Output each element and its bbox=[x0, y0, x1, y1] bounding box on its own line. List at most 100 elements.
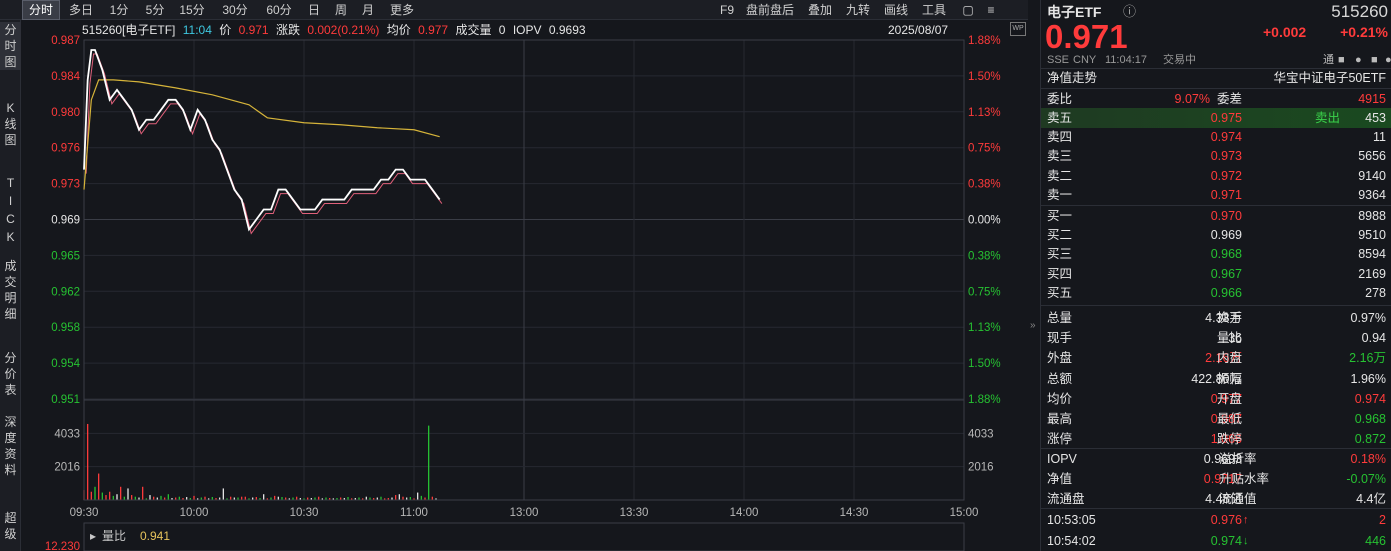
side-tab-4[interactable]: 分价表 bbox=[0, 350, 21, 398]
stats-row: 总量 4.33万 换手 0.97% bbox=[1041, 308, 1391, 328]
side-tab-2[interactable]: TICK bbox=[0, 174, 21, 246]
bid-row[interactable]: 买四 0.967 2169 bbox=[1041, 264, 1391, 284]
toolbar-extra-icon[interactable]: ≡ bbox=[984, 0, 998, 20]
stat-label: 量比 bbox=[1217, 331, 1243, 346]
ask-label: 卖五 bbox=[1047, 111, 1073, 125]
tick-time: 10:53:05 bbox=[1047, 513, 1096, 527]
ask-row[interactable]: 卖二 0.972 9140 bbox=[1041, 166, 1391, 186]
bid-row[interactable]: 买三 0.968 8594 bbox=[1041, 244, 1391, 264]
ask-volume: 11 bbox=[1373, 130, 1386, 145]
y-tick-right: 0.75% bbox=[968, 143, 1001, 155]
ask-row[interactable]: 卖四 0.974 11 bbox=[1041, 127, 1391, 147]
toolbar-tab-0[interactable]: 分时 bbox=[22, 0, 60, 20]
bid-row[interactable]: 买二 0.969 9510 bbox=[1041, 225, 1391, 245]
toolbar-action-3[interactable]: 九转 bbox=[846, 0, 870, 20]
ask-row[interactable]: 卖五 0.975 卖出 453 bbox=[1041, 108, 1391, 128]
ask-volume: 9364 bbox=[1358, 187, 1386, 202]
toolbar-tab-6[interactable]: 60分 bbox=[259, 0, 299, 20]
ask-price: 0.972 bbox=[1210, 168, 1242, 183]
ask-label: 卖一 bbox=[1047, 187, 1073, 202]
quote-meta: 交易中 bbox=[1163, 54, 1196, 66]
sub-panel-tick: 12.230 bbox=[45, 541, 80, 551]
toolbar-action-4[interactable]: 画线 bbox=[884, 0, 908, 20]
toolbar-action-2[interactable]: 叠加 bbox=[808, 0, 832, 20]
stat-value: 4.4亿 bbox=[1356, 492, 1386, 506]
ask-row[interactable]: 卖一 0.971 9364 bbox=[1041, 185, 1391, 205]
sub-panel-frame bbox=[83, 522, 965, 551]
price-change: +0.002 bbox=[1263, 24, 1307, 40]
side-tab-3[interactable]: 成交明细 bbox=[0, 258, 21, 322]
stat-value: 0.18% bbox=[1350, 452, 1386, 466]
stat-label: 开盘 bbox=[1217, 391, 1243, 406]
toolbar-tab-3[interactable]: 5分 bbox=[140, 0, 170, 20]
side-tab-char: 价 bbox=[4, 367, 17, 381]
y-tick-left: 0.987 bbox=[51, 35, 80, 47]
sub-panel-label[interactable]: 量比 bbox=[102, 529, 126, 543]
side-tab-0[interactable]: 分时图 bbox=[0, 22, 21, 70]
bid-label: 买二 bbox=[1047, 228, 1073, 243]
quote-tool-icon[interactable]: 通 bbox=[1323, 52, 1334, 68]
tick-volume: 2 bbox=[1379, 513, 1386, 527]
avg-price-line bbox=[83, 79, 440, 190]
side-tab-char: T bbox=[6, 176, 15, 190]
ask-row[interactable]: 卖三 0.973 5656 bbox=[1041, 146, 1391, 166]
y-tick-left: 0.980 bbox=[51, 107, 80, 119]
toolbar-tab-2[interactable]: 1分 bbox=[104, 0, 134, 20]
stat-value: -0.07% bbox=[1346, 472, 1386, 486]
order-diff-label: 委差 bbox=[1217, 92, 1243, 106]
intraday-chart[interactable]: 515260[电子ETF] 11:04 价 0.971 涨跌 0.002(0.2… bbox=[22, 20, 1028, 551]
order-ratio-label: 委比 bbox=[1047, 92, 1073, 106]
quote-tool-icon[interactable]: ■ bbox=[1338, 52, 1345, 68]
separator bbox=[1041, 305, 1391, 306]
toolbar-tab-9[interactable]: 月 bbox=[357, 0, 379, 20]
stat-label: 最低 bbox=[1217, 412, 1243, 426]
stat-label: 流通值 bbox=[1219, 492, 1257, 506]
y-tick-right: 1.13% bbox=[968, 107, 1001, 119]
bid-volume: 8594 bbox=[1358, 247, 1386, 262]
side-tab-char: I bbox=[8, 194, 13, 208]
toolbar-tab-4[interactable]: 15分 bbox=[173, 0, 211, 20]
toolbar-tab-7[interactable]: 日 bbox=[303, 0, 325, 20]
quote-meta: SSE bbox=[1047, 54, 1070, 66]
y-tick-right: 1.88% bbox=[968, 394, 1001, 406]
toolbar-tab-8[interactable]: 周 bbox=[330, 0, 352, 20]
collapse-panel-icon[interactable]: » bbox=[1030, 320, 1040, 331]
toolbar-action-1[interactable]: 盘前盘后 bbox=[746, 0, 794, 20]
order-diff-value: 4915 bbox=[1358, 92, 1386, 106]
bid-row[interactable]: 买五 0.966 278 bbox=[1041, 283, 1391, 303]
stats-row: 总额 422.80万 振幅 1.96% bbox=[1041, 369, 1391, 389]
toolbar-tab-10[interactable]: 更多 bbox=[384, 0, 420, 20]
side-tab-6[interactable]: 超级 bbox=[0, 510, 21, 542]
stats-row: 净值 0.9717 升贴水率 -0.07% bbox=[1041, 469, 1391, 489]
quote-tool-icon[interactable]: ● bbox=[1385, 52, 1391, 68]
stat-label: 升贴水率 bbox=[1219, 472, 1270, 486]
side-tab-5[interactable]: 深度资料 bbox=[0, 414, 21, 478]
order-ratio-row: 委比 9.07% 委差 4915 bbox=[1041, 89, 1391, 109]
bid-price: 0.969 bbox=[1210, 228, 1242, 243]
side-tab-char: 成 bbox=[4, 259, 17, 273]
quote-tool-icon[interactable]: ■ bbox=[1371, 52, 1378, 68]
toolbar-action-0[interactable]: F9 bbox=[720, 0, 734, 20]
y-tick-right: 1.50% bbox=[968, 71, 1001, 83]
quote-tool-icon[interactable]: ● bbox=[1355, 52, 1362, 68]
x-tick: 13:30 bbox=[620, 507, 649, 519]
chart-canvas: 0.987 1.88% 0.984 1.50% 0.980 1.13% 0.976 0.75%… bbox=[45, 35, 1001, 551]
side-tabs: 分时图 K线图 TICK 成交明细分价表深度资料超级 bbox=[0, 20, 21, 551]
sub-panel-arrow-icon[interactable]: ▸ bbox=[90, 529, 96, 543]
arrow-down-icon: ↓ bbox=[1243, 535, 1249, 547]
arrow-up-icon: ↑ bbox=[1243, 514, 1249, 526]
ask-label: 卖四 bbox=[1047, 130, 1073, 145]
sub-panel-value: 0.941 bbox=[140, 529, 170, 543]
ask-volume: 453 bbox=[1365, 111, 1386, 125]
toolbar-tab-5[interactable]: 30分 bbox=[215, 0, 255, 20]
volume-tick-right: 2016 bbox=[968, 462, 994, 474]
side-tab-char: 分 bbox=[4, 23, 17, 37]
x-tick: 14:30 bbox=[840, 507, 869, 519]
toolbar-tab-1[interactable]: 多日 bbox=[62, 0, 100, 20]
toolbar-menu-icon[interactable]: ▢ bbox=[960, 0, 976, 20]
side-tab-1[interactable]: K线图 bbox=[0, 100, 21, 148]
bid-row[interactable]: 买一 0.970 8988 bbox=[1041, 206, 1391, 226]
nav-row[interactable]: 净值走势 华宝中证电子50ETF bbox=[1041, 68, 1391, 88]
toolbar-action-5[interactable]: 工具 bbox=[922, 0, 946, 20]
x-tick: 13:00 bbox=[510, 507, 539, 519]
